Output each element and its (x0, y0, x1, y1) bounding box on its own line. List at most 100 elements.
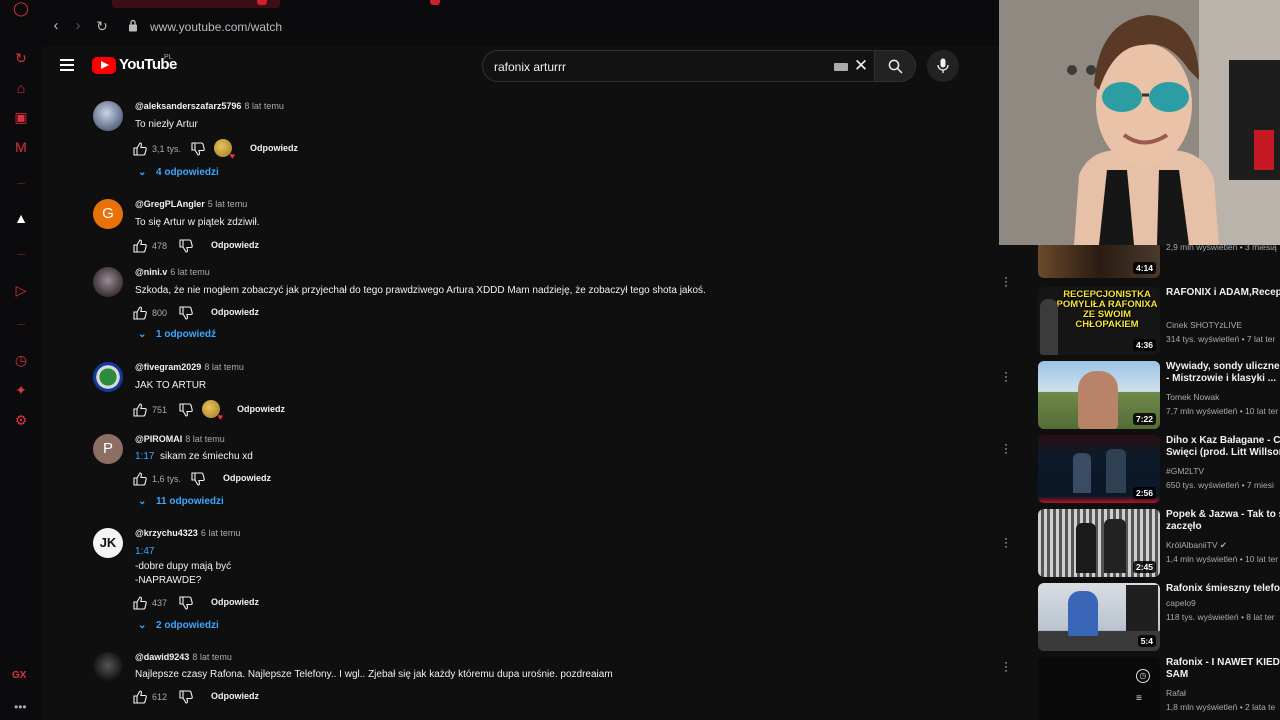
search-input[interactable]: rafonix arturrr ✕ (482, 50, 878, 82)
avatar[interactable] (93, 362, 123, 392)
video-title-line2[interactable]: zaczęło (1166, 521, 1280, 533)
comment-author[interactable]: @krzychu4323 (135, 528, 198, 538)
related-video[interactable]: 7:22 Wywiady, sondy uliczne c - Mistrzow… (1030, 361, 1280, 431)
reply-button[interactable]: Odpowiedz (211, 597, 259, 607)
comment-author[interactable]: @aleksanderszafarz5796 (135, 101, 241, 111)
related-video[interactable]: ◷ ≡ Rafonix - I NAWET KIEDY SAM Rafał 1,… (1030, 657, 1280, 720)
related-video[interactable]: RECEPCJONISTKA POMYLIŁA RAFONIXA ZE SWOI… (1030, 287, 1280, 357)
video-thumbnail[interactable]: 2:45 (1038, 509, 1160, 577)
video-thumbnail[interactable]: RECEPCJONISTKA POMYLIŁA RAFONIXA ZE SWOI… (1038, 287, 1160, 355)
timestamp-link[interactable]: 1:47 (135, 544, 154, 559)
like-icon[interactable] (132, 689, 148, 705)
comment-time[interactable]: 8 lat temu (185, 434, 225, 444)
comment-menu-icon[interactable]: · · · (1003, 656, 1009, 676)
reload-icon[interactable]: ↻ (94, 18, 110, 34)
clear-search-icon[interactable]: ✕ (852, 57, 870, 75)
channel-name[interactable]: #GM2LTV (1166, 466, 1204, 476)
channel-name[interactable]: capelo9 (1166, 598, 1196, 608)
video-thumbnail[interactable]: 2:56 (1038, 435, 1160, 503)
search-button[interactable] (874, 50, 916, 82)
like-icon[interactable] (132, 238, 148, 254)
avatar[interactable] (93, 652, 123, 682)
comment-time[interactable]: 5 lat temu (208, 199, 248, 209)
avatar[interactable]: JK (93, 528, 123, 558)
like-icon[interactable] (132, 595, 148, 611)
video-thumbnail[interactable]: 4:14 (1038, 245, 1160, 278)
reply-button[interactable]: Odpowiedz (211, 240, 259, 250)
channel-name[interactable]: KrólAlbaniiTV ✔ (1166, 540, 1227, 551)
dislike-icon[interactable] (190, 141, 206, 157)
dislike-icon[interactable] (178, 595, 194, 611)
view-replies-button[interactable]: ⌄ 2 odpowiedzi (138, 620, 219, 631)
back-icon[interactable]: ‹ (48, 18, 64, 34)
reply-button[interactable]: Odpowiedz (250, 143, 298, 153)
video-title-line2[interactable]: SAM (1166, 669, 1280, 681)
opera-logo-icon[interactable]: ◯ (13, 0, 29, 16)
related-video[interactable]: 2:45 Popek & Jazwa - Tak to s zaczęło Kr… (1030, 509, 1280, 579)
more-dots-icon[interactable]: ••• (14, 700, 27, 714)
view-replies-button[interactable]: ⌄ 11 odpowiedzi (138, 496, 224, 507)
avatar[interactable] (93, 101, 123, 131)
comment-time[interactable]: 6 lat temu (201, 528, 241, 538)
comment-menu-icon[interactable]: · · · (1003, 366, 1009, 386)
avatar[interactable]: G (93, 199, 123, 229)
forward-icon[interactable]: › (70, 18, 86, 34)
video-title[interactable]: Rafonix - I NAWET KIEDY (1166, 657, 1280, 669)
video-title[interactable]: Diho x Kaz Bałagane - Co (1166, 435, 1280, 447)
comment-time[interactable]: 8 lat temu (244, 101, 284, 111)
bookmark-icon[interactable]: ▲ (13, 210, 29, 226)
related-video[interactable]: 5:4 Rafonix śmieszny telefon capelo9 118… (1030, 583, 1280, 653)
reply-button[interactable]: Odpowiedz (237, 404, 285, 414)
hamburger-menu-icon[interactable] (60, 59, 74, 71)
watch-later-icon[interactable]: ◷ (1136, 669, 1150, 683)
comment-author[interactable]: @dawid9243 (135, 652, 189, 662)
avatar[interactable] (93, 267, 123, 297)
comment-time[interactable]: 6 lat temu (170, 267, 210, 277)
url-field[interactable]: www.youtube.com/watch (150, 20, 282, 34)
keyboard-icon[interactable] (834, 63, 848, 71)
dislike-icon[interactable] (178, 402, 194, 418)
youtube-logo-icon[interactable] (92, 57, 116, 74)
messenger-icon[interactable]: M (13, 139, 29, 155)
dislike-icon[interactable] (178, 689, 194, 705)
tab-active[interactable] (112, 0, 280, 8)
reply-button[interactable]: Odpowiedz (223, 473, 271, 483)
video-title[interactable]: RAFONIX i ADAM,Recepcjonistka po (1166, 287, 1280, 299)
comment-author[interactable]: @fivegram2029 (135, 362, 201, 372)
video-thumbnail[interactable]: 5:4 (1038, 583, 1160, 651)
like-icon[interactable] (132, 305, 148, 321)
avatar[interactable]: P (93, 434, 123, 464)
voice-search-button[interactable] (927, 50, 959, 82)
video-title[interactable]: Popek & Jazwa - Tak to s (1166, 509, 1280, 521)
video-thumbnail[interactable]: ◷ ≡ (1038, 657, 1160, 720)
channel-name[interactable]: Tomek Nowak (1166, 392, 1219, 402)
like-icon[interactable] (132, 402, 148, 418)
twitch-icon[interactable]: ▣ (13, 109, 29, 125)
view-replies-button[interactable]: ⌄ 1 odpowiedź (138, 329, 216, 340)
comment-menu-icon[interactable]: · · · (1003, 532, 1009, 552)
dislike-icon[interactable] (190, 471, 206, 487)
extensions-icon[interactable]: ✦ (13, 382, 29, 398)
video-title-line2[interactable]: Święci (prod. Litt Willson) (1166, 447, 1280, 459)
comment-author[interactable]: @nini.v (135, 267, 167, 277)
gx-control-icon[interactable]: ↻ (13, 50, 29, 66)
comment-menu-icon[interactable]: · · · (1003, 438, 1009, 458)
related-video[interactable]: 2:56 Diho x Kaz Bałagane - Co Święci (pr… (1030, 435, 1280, 505)
video-title[interactable]: Wywiady, sondy uliczne c (1166, 361, 1280, 373)
timestamp-link[interactable]: 1:17 (135, 451, 154, 462)
video-title-line2[interactable]: - Mistrzowie i klasyki ... (1166, 373, 1280, 385)
comment-author[interactable]: @PIROMAI (135, 434, 182, 444)
reply-button[interactable]: Odpowiedz (211, 307, 259, 317)
like-icon[interactable] (132, 471, 148, 487)
player-icon[interactable]: ▷ (13, 282, 29, 298)
dislike-icon[interactable] (178, 305, 194, 321)
dislike-icon[interactable] (178, 238, 194, 254)
comment-author[interactable]: @GregPLAngler (135, 199, 205, 209)
add-to-queue-icon[interactable]: ≡ (1136, 693, 1142, 704)
gx-corner-icon[interactable]: ⌂ (13, 80, 29, 96)
video-thumbnail[interactable]: 7:22 (1038, 361, 1160, 429)
comment-menu-icon[interactable]: · · · (1003, 271, 1009, 291)
channel-name[interactable]: Rafał (1166, 688, 1186, 698)
comment-time[interactable]: 8 lat temu (204, 362, 244, 372)
view-replies-button[interactable]: ⌄ 4 odpowiedzi (138, 167, 219, 178)
